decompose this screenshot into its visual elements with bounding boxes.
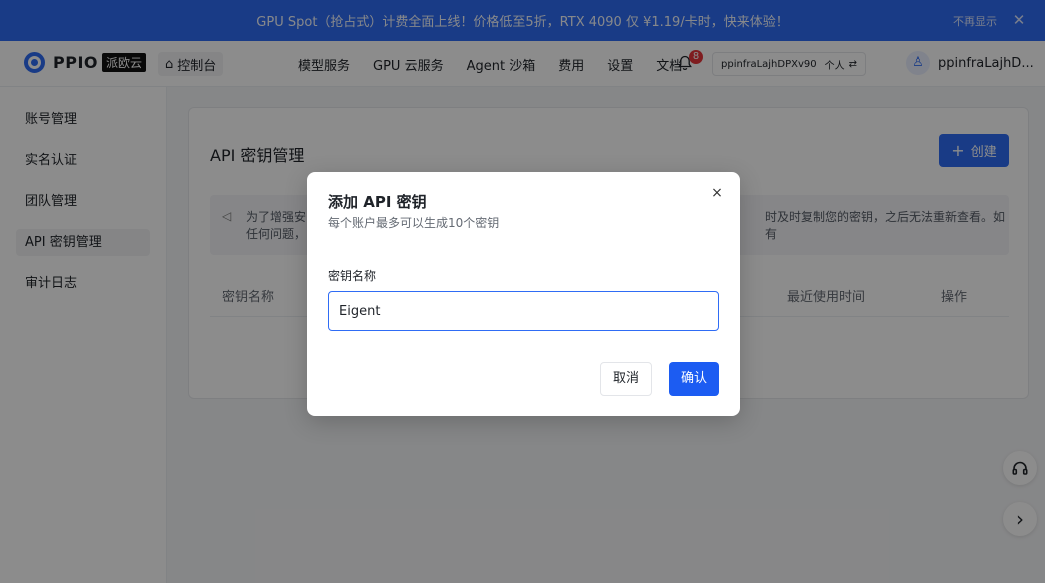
dialog-subtitle: 每个账户最多可以生成10个密钥 [328,216,500,230]
confirm-button[interactable]: 确认 [669,362,719,396]
cancel-button[interactable]: 取消 [600,362,652,396]
add-api-key-dialog: 添加 API 密钥 每个账户最多可以生成10个密钥 × 密钥名称 取消 确认 [307,172,740,416]
key-name-label: 密钥名称 [328,269,377,283]
close-icon[interactable]: × [708,184,726,202]
key-name-input[interactable] [328,291,719,331]
dialog-title: 添加 API 密钥 [328,193,427,211]
